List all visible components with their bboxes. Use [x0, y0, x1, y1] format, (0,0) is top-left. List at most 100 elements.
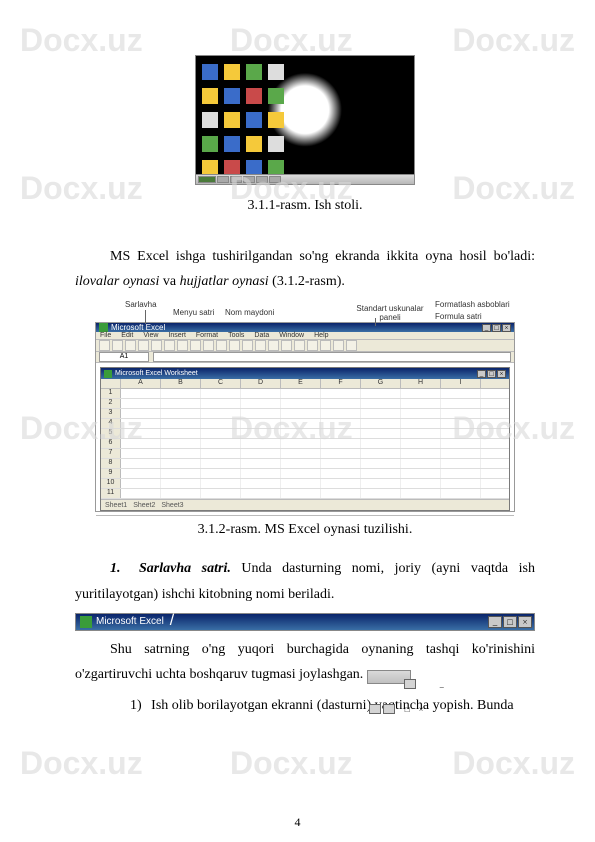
col-header: F: [321, 379, 361, 388]
taskbar-item: [230, 176, 242, 183]
toolbar-button: [333, 340, 344, 351]
row-header: 6: [101, 439, 121, 448]
row-header: 2: [101, 399, 121, 408]
taskbar-item: [256, 176, 268, 183]
paragraph: Shu satrning o'ng yuqori burchagida oyna…: [75, 637, 535, 687]
toolbar-button: [294, 340, 305, 351]
row-header: 4: [101, 419, 121, 428]
text: (3.1.2-rasm).: [269, 274, 345, 289]
sheet-tab: Sheet1: [105, 502, 127, 509]
menu-item: Help: [314, 332, 328, 339]
desktop-icon: [202, 64, 218, 80]
titlebar-text: Microsoft Excel: [96, 616, 164, 627]
text: Ish olib borilayotgan ekranni (dasturni)…: [151, 698, 513, 713]
toolbar-button: [112, 340, 123, 351]
toolbar-button: [203, 340, 214, 351]
close-icon: ×: [502, 324, 511, 332]
maximize-icon: □: [369, 704, 381, 714]
minimize-icon: _: [482, 324, 491, 332]
row-header: 9: [101, 469, 121, 478]
desktop-icon: [246, 136, 262, 152]
close-icon: ×: [518, 616, 532, 628]
worksheet-title-text: Microsoft Excel Worksheet: [115, 370, 198, 377]
toolbar-button: [346, 340, 357, 351]
menu-item: Insert: [168, 332, 186, 339]
maximize-icon: □: [503, 616, 517, 628]
label-format: Formatlash asboblari: [435, 300, 510, 309]
window-controls-inline: _□×: [367, 670, 411, 684]
menu-item: Tools: [228, 332, 244, 339]
desktop-icon: [224, 88, 240, 104]
toolbar-button: [242, 340, 253, 351]
text-italic: ilovalar oynasi: [75, 274, 159, 289]
figure2-caption: 3.1.2-rasm. MS Excel oynasi tuzilishi.: [75, 522, 535, 538]
row-header: 5: [101, 429, 121, 438]
section-title: Sarlavha satri.: [139, 561, 231, 576]
excel-icon: [99, 323, 108, 332]
col-header: H: [401, 379, 441, 388]
desktop-icon: [246, 88, 262, 104]
desktop-icon: [246, 64, 262, 80]
excel-titlebar: Microsoft Excel _ □ ×: [96, 323, 514, 332]
desktop-icon: [246, 112, 262, 128]
col-header: C: [201, 379, 241, 388]
menu-item: Window: [279, 332, 304, 339]
name-box: A1: [99, 352, 149, 362]
desktop-icon: [202, 112, 218, 128]
toolbar-button: [125, 340, 136, 351]
list-item: 1) Ish olib borilayotgan ekranni (dastur…: [75, 693, 535, 718]
excel-title-text: Microsoft Excel: [111, 323, 165, 332]
taskbar-item: [243, 176, 255, 183]
desktop-icon: [224, 64, 240, 80]
toolbar-button: [216, 340, 227, 351]
desktop-icon: [202, 88, 218, 104]
taskbar-item: [217, 176, 229, 183]
text: va: [159, 274, 179, 289]
sheet-tabs: Sheet1 Sheet2 Sheet3: [101, 499, 509, 510]
figure-desktop: [75, 55, 535, 190]
col-header: A: [121, 379, 161, 388]
column-headers: A B C D E F G H I: [101, 379, 509, 389]
desktop-icon: [202, 136, 218, 152]
row-header: 10: [101, 479, 121, 488]
toolbar-button: [99, 340, 110, 351]
col-header: [101, 379, 121, 388]
col-header: G: [361, 379, 401, 388]
maximize-icon: □: [487, 370, 496, 378]
figure-excel: Sarlavha Menyu satri Nom maydoni Standar…: [75, 300, 535, 512]
page-number: 4: [0, 815, 595, 830]
label-sarlavha: Sarlavha: [125, 300, 157, 309]
row-header: 8: [101, 459, 121, 468]
desktop-icon: [224, 136, 240, 152]
close-icon: ×: [497, 370, 506, 378]
divider-slash: /: [170, 612, 174, 630]
section-number: 1.: [110, 561, 121, 576]
figure-titlebar: Microsoft Excel / _ □ ×: [75, 613, 535, 631]
toolbar-button: [229, 340, 240, 351]
menu-item: File: [100, 332, 111, 339]
col-header: E: [281, 379, 321, 388]
desktop-icon: [268, 88, 284, 104]
maximize-icon: □: [492, 324, 501, 332]
desktop-icon: [268, 136, 284, 152]
toolbar-button: [268, 340, 279, 351]
worksheet-titlebar: Microsoft Excel Worksheet _ □ ×: [101, 368, 509, 379]
sheet-tab: Sheet2: [133, 502, 155, 509]
desktop-icon: [268, 112, 284, 128]
section-paragraph: 1. Sarlavha satri. Unda dasturning nomi,…: [75, 556, 535, 606]
excel-icon: [104, 370, 112, 378]
desktop-icon: [268, 64, 284, 80]
toolbar-standard: [96, 340, 514, 352]
menubar: File Edit View Insert Format Tools Data …: [96, 332, 514, 340]
row-header: 7: [101, 449, 121, 458]
close-icon: ×: [383, 704, 395, 714]
label-standart: Standart uskunalar paneli: [355, 304, 425, 322]
toolbar-button: [138, 340, 149, 351]
menu-item: Edit: [121, 332, 133, 339]
label-formula: Formula satri: [435, 312, 482, 321]
col-header: D: [241, 379, 281, 388]
toolbar-button: [320, 340, 331, 351]
taskbar-item: [269, 176, 281, 183]
taskbar: [196, 174, 414, 184]
row-header: 1: [101, 389, 121, 398]
